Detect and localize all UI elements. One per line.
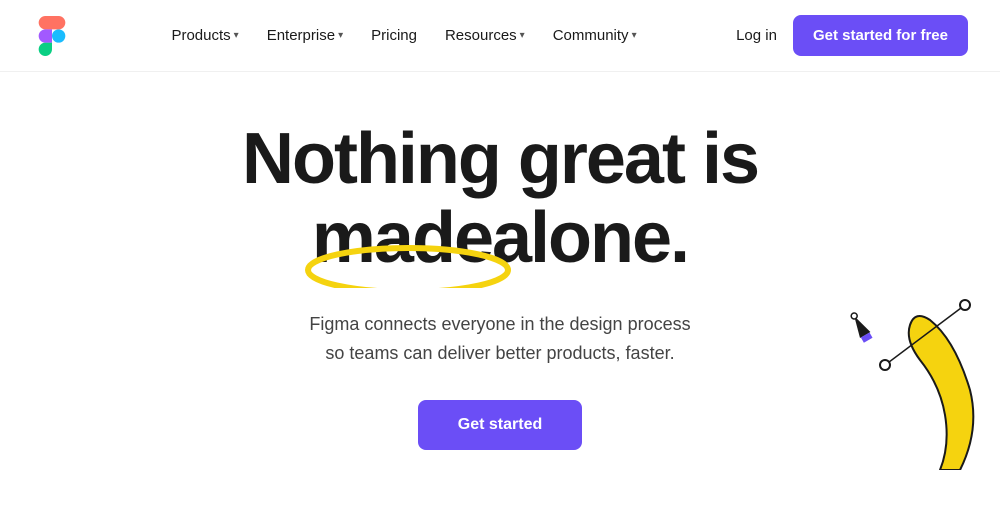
hero-section: Nothing great is madealone. Figma connec… [0,72,1000,450]
pen-tool-illustration [800,270,1000,470]
headline-alone: alone. [492,198,688,278]
chevron-down-icon: ▾ [234,30,239,41]
navbar: Products ▾ Enterprise ▾ Pricing Resource… [0,0,1000,72]
nav-links: Products ▾ Enterprise ▾ Pricing Resource… [161,21,646,50]
chevron-down-icon: ▾ [632,30,637,41]
nav-item-products[interactable]: Products ▾ [161,21,248,50]
nav-link-enterprise[interactable]: Enterprise ▾ [257,21,353,50]
nav-link-pricing[interactable]: Pricing [361,21,427,50]
headline-line1: Nothing great is [242,119,758,199]
chevron-down-icon: ▾ [338,30,343,41]
figma-logo-icon [32,16,72,56]
nav-label-enterprise: Enterprise [267,27,335,44]
hero-headline: Nothing great is madealone. [242,120,758,278]
illustration [800,270,1000,470]
get-started-free-button[interactable]: Get started for free [793,15,968,56]
get-started-button[interactable]: Get started [418,400,582,450]
nav-label-community: Community [553,27,629,44]
nav-link-resources[interactable]: Resources ▾ [435,21,535,50]
nav-item-enterprise[interactable]: Enterprise ▾ [257,21,353,50]
nav-link-community[interactable]: Community ▾ [543,21,647,50]
nav-link-products[interactable]: Products ▾ [161,21,248,50]
hero-subtext: Figma connects everyone in the design pr… [309,310,690,368]
nav-label-products: Products [171,27,230,44]
hero-sub-line2: so teams can deliver better products, fa… [325,343,674,363]
login-link[interactable]: Log in [736,27,777,44]
headline-line2: madealone. [312,199,688,278]
nav-right: Log in Get started for free [736,15,968,56]
nav-item-pricing[interactable]: Pricing [361,21,427,50]
chevron-down-icon: ▾ [520,30,525,41]
nav-label-pricing: Pricing [371,27,417,44]
headline-made: made [312,198,492,278]
hero-sub-line1: Figma connects everyone in the design pr… [309,314,690,334]
nav-label-resources: Resources [445,27,517,44]
logo[interactable] [32,16,72,56]
nav-item-resources[interactable]: Resources ▾ [435,21,535,50]
nav-item-community[interactable]: Community ▾ [543,21,647,50]
